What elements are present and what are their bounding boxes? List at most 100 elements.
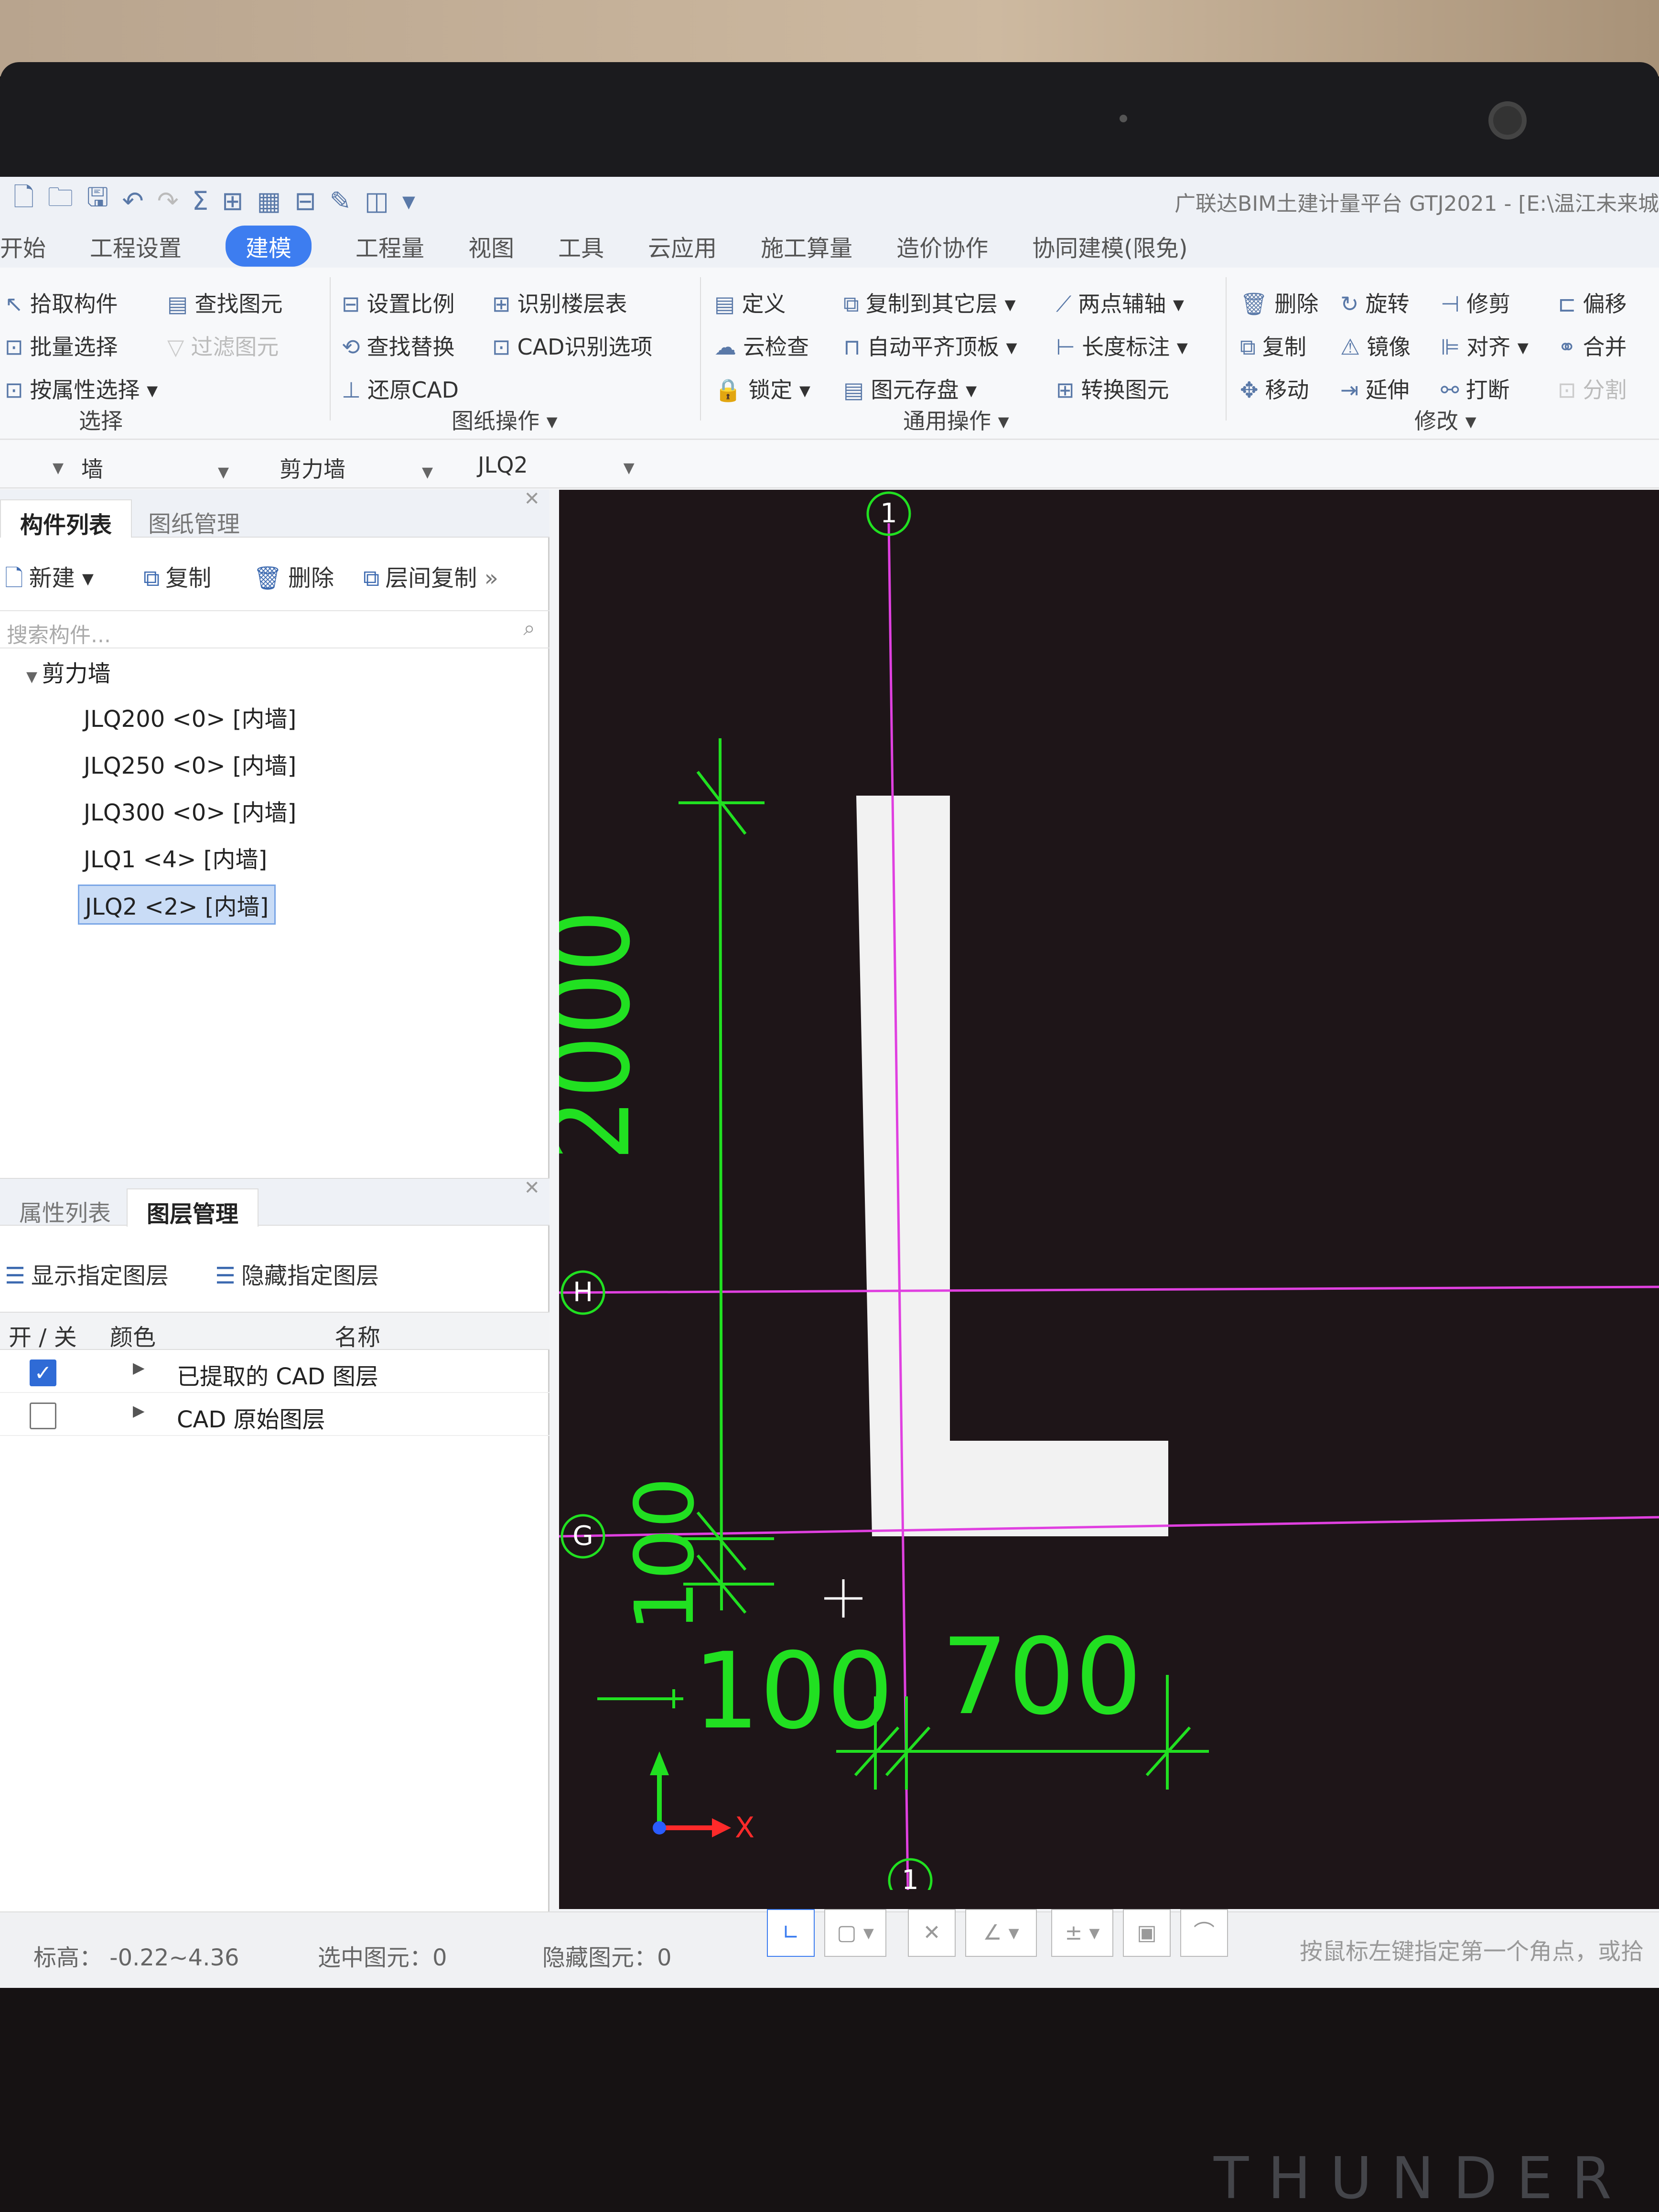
menu-collab-modeling[interactable]: 协同建模(限免) bbox=[1032, 229, 1187, 263]
shear-wall-l-shape[interactable] bbox=[856, 796, 1168, 1536]
component-selector[interactable]: JLQ2 ▼ bbox=[468, 449, 664, 480]
copy-button[interactable]: ⧉ 复制 bbox=[1240, 330, 1306, 361]
tree-group-shear-wall[interactable]: ▼ 剪力墙 bbox=[26, 655, 111, 688]
component-search-input[interactable]: 搜索构件... ⌕ bbox=[0, 610, 549, 648]
extend-button[interactable]: ⇥ 延伸 bbox=[1340, 373, 1410, 404]
offset-button[interactable]: ⊏ 偏移 bbox=[1558, 287, 1627, 318]
tab-drawing-management[interactable]: 图纸管理 bbox=[129, 499, 259, 538]
align-button[interactable]: ⊫ 对齐 ▾ bbox=[1441, 330, 1529, 361]
select-by-attr-button[interactable]: ⊡ 按属性选择 ▾ bbox=[5, 373, 158, 404]
arc-mode-icon[interactable]: ⌒ bbox=[1180, 1909, 1228, 1957]
pick-component-button[interactable]: ↖ 拾取构件 bbox=[5, 287, 118, 318]
copy-to-floor-button[interactable]: ⧉ 复制到其它层 ▾ bbox=[843, 287, 1016, 318]
cad-drawing-canvas[interactable]: 1 H G 1 2000 100 100 700 X bbox=[527, 490, 1659, 1910]
table-row: ▶ CAD 原始图层 bbox=[0, 1393, 549, 1436]
tab-property-list[interactable]: 属性列表 bbox=[0, 1188, 130, 1227]
layout-icon[interactable]: ⊟ bbox=[294, 186, 316, 216]
new-component-button[interactable]: 🗋 新建 ▾ bbox=[5, 559, 94, 601]
expand-icon[interactable]: ▶ bbox=[133, 1359, 145, 1377]
split-button[interactable]: ⊡ 分割 bbox=[1558, 373, 1627, 404]
open-folder-icon[interactable]: 🗀 bbox=[47, 179, 73, 223]
layer-toggle-checkbox[interactable]: ✓ bbox=[30, 1360, 56, 1386]
ortho-toggle-icon[interactable]: ∟ bbox=[767, 1909, 815, 1957]
snap-mode-icon[interactable]: ▢ ▾ bbox=[824, 1909, 886, 1957]
sum-icon[interactable]: Σ bbox=[192, 186, 208, 216]
convert-element-button[interactable]: ⊞ 转换图元 bbox=[1056, 373, 1169, 404]
trim-button[interactable]: ⊣ 修剪 bbox=[1441, 287, 1510, 318]
redo-icon[interactable]: ↷ bbox=[157, 186, 179, 216]
new-file-icon[interactable]: 🗋 bbox=[13, 179, 34, 223]
menu-quantity[interactable]: 工程量 bbox=[356, 229, 424, 263]
tab-layer-management[interactable]: 图层管理 bbox=[127, 1188, 259, 1228]
customize-icon[interactable]: ▾ bbox=[402, 186, 415, 216]
set-scale-button[interactable]: ⊟ 设置比例 bbox=[342, 287, 455, 318]
expand-icon[interactable]: ▶ bbox=[133, 1402, 145, 1420]
move-button[interactable]: ✥ 移动 bbox=[1240, 373, 1309, 404]
define-button[interactable]: ▤ 定义 bbox=[714, 287, 786, 318]
list-item[interactable]: JLQ300 <0> [内墙] bbox=[84, 794, 296, 827]
save-element-button[interactable]: ▤ 图元存盘 ▾ bbox=[843, 373, 977, 404]
table-icon[interactable]: ⊞ bbox=[222, 186, 243, 216]
list-item[interactable]: JLQ1 <4> [内墙] bbox=[84, 841, 267, 874]
copy-component-button[interactable]: ⧉ 复制 bbox=[143, 559, 211, 593]
close-icon[interactable]: ✕ bbox=[524, 1177, 540, 1199]
hide-layer-button[interactable]: ☰ 隐藏指定图层 bbox=[215, 1257, 379, 1290]
type-selector[interactable]: 墙 ▼ bbox=[72, 449, 268, 482]
save-icon[interactable]: 🖫 bbox=[86, 179, 108, 223]
copy-icon: ⧉ bbox=[1240, 334, 1256, 360]
layer-name: 已提取的 CAD 图层 bbox=[177, 1363, 378, 1390]
object-snap-icon[interactable]: ✕ bbox=[908, 1909, 956, 1957]
batch-icon: ⊡ bbox=[5, 334, 23, 360]
floor-selector[interactable]: ▼ bbox=[0, 449, 73, 480]
list-item[interactable]: JLQ250 <0> [内墙] bbox=[84, 747, 296, 780]
length-dimension-button[interactable]: ⊢ 长度标注 ▾ bbox=[1056, 330, 1188, 361]
menu-view[interactable]: 视图 bbox=[468, 229, 514, 263]
restore-cad-button[interactable]: ⊥ 还原CAD bbox=[342, 373, 459, 404]
group-label-drawing: 图纸操作 ▾ bbox=[452, 408, 558, 434]
selection-mode-icon[interactable]: ▣ bbox=[1123, 1909, 1171, 1957]
delete-button[interactable]: 🗑 删除 bbox=[1240, 287, 1318, 318]
extend-icon: ⇥ bbox=[1340, 377, 1359, 403]
merge-button[interactable]: ⚭ 合并 bbox=[1558, 330, 1627, 361]
filter-icon: ⊡ bbox=[5, 377, 23, 403]
rotate-button[interactable]: ↻ 旋转 bbox=[1340, 287, 1410, 318]
window-icon[interactable]: ◫ bbox=[365, 186, 389, 216]
identify-floor-table-button[interactable]: ⊞ 识别楼层表 bbox=[492, 287, 627, 318]
cloud-check-button[interactable]: ☁ 云检查 bbox=[714, 330, 809, 361]
menu-start[interactable]: 开始 bbox=[0, 229, 46, 263]
show-layer-button[interactable]: ☰ 显示指定图层 bbox=[5, 1257, 169, 1290]
menu-cloud[interactable]: 云应用 bbox=[648, 229, 717, 263]
cad-options-button[interactable]: ⊡ CAD识别选项 bbox=[492, 330, 653, 361]
mirror-button[interactable]: ⚠ 镜像 bbox=[1340, 330, 1411, 361]
mirror-icon: ⚠ bbox=[1340, 334, 1360, 360]
subtype-selector[interactable]: 剪力墙 ▼ bbox=[270, 449, 466, 482]
filter-element-button[interactable]: ▽ 过滤图元 bbox=[167, 330, 279, 361]
auto-align-slab-button[interactable]: ⊓ 自动平齐顶板 ▾ bbox=[843, 330, 1017, 361]
delete-component-button[interactable]: 🗑 删除 bbox=[253, 559, 334, 593]
batch-select-button[interactable]: ⊡ 批量选择 bbox=[5, 330, 118, 361]
dynamic-input-icon[interactable]: ± ▾ bbox=[1051, 1909, 1113, 1957]
split-icon: ⊡ bbox=[1558, 377, 1576, 403]
more-icon[interactable]: » bbox=[485, 565, 498, 592]
break-button[interactable]: ⚯ 打断 bbox=[1441, 373, 1510, 404]
lock-button[interactable]: 🔒 锁定 ▾ bbox=[714, 373, 810, 404]
undo-icon[interactable]: ↶ bbox=[122, 186, 143, 216]
grid-icon[interactable]: ▦ bbox=[257, 186, 281, 216]
menu-construction[interactable]: 施工算量 bbox=[761, 229, 852, 263]
angle-snap-icon[interactable]: ∠ ▾ bbox=[965, 1909, 1037, 1957]
two-point-axis-button[interactable]: ⟋ 两点辅轴 ▾ bbox=[1056, 287, 1184, 318]
replace-icon: ⟲ bbox=[342, 334, 360, 360]
list-item-selected[interactable]: JLQ2 <2> [内墙] bbox=[78, 885, 276, 925]
list-item[interactable]: JLQ200 <0> [内墙] bbox=[84, 700, 296, 734]
floor-copy-button[interactable]: ⧉ 层间复制 » bbox=[363, 559, 498, 593]
tab-component-list[interactable]: 构件列表 bbox=[0, 499, 132, 539]
find-replace-button[interactable]: ⟲ 查找替换 bbox=[342, 330, 455, 361]
close-icon[interactable]: ✕ bbox=[524, 488, 540, 510]
menu-tools[interactable]: 工具 bbox=[558, 229, 604, 263]
menu-modeling[interactable]: 建模 bbox=[226, 226, 312, 267]
menu-cost-collab[interactable]: 造价协作 bbox=[896, 229, 988, 263]
layer-toggle-checkbox[interactable] bbox=[30, 1403, 56, 1429]
find-element-button[interactable]: ▤ 查找图元 bbox=[167, 287, 282, 318]
draw-icon[interactable]: ✎ bbox=[330, 186, 351, 216]
menu-project-settings[interactable]: 工程设置 bbox=[90, 229, 182, 263]
